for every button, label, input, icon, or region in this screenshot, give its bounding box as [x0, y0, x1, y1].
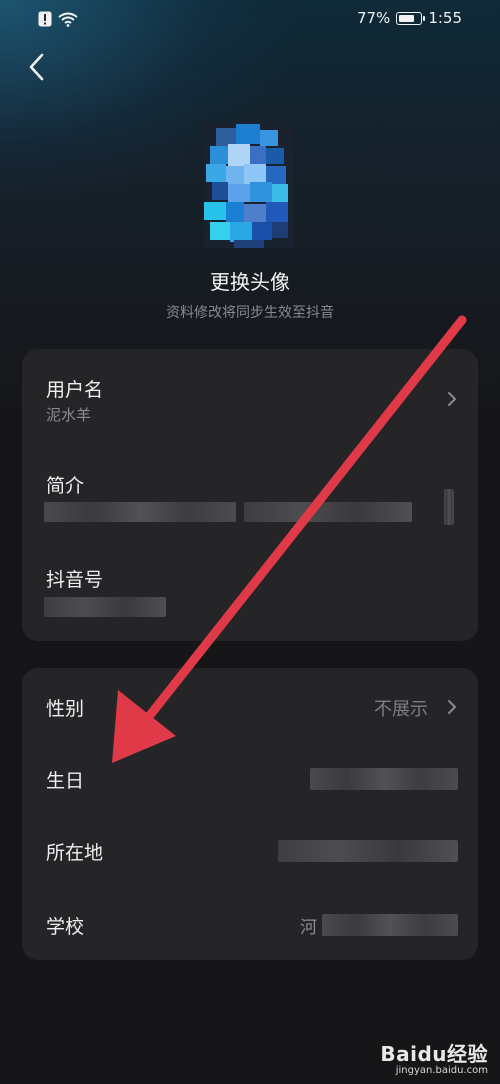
sync-note: 资料修改将同步生效至抖音 — [166, 305, 334, 321]
battery-percent: 77% — [356, 9, 391, 27]
avatar-image — [204, 122, 294, 248]
school-value-blurred — [322, 914, 458, 936]
douyin-id-row[interactable]: 抖音号 — [22, 545, 478, 641]
birthday-row[interactable]: 生日 — [22, 742, 478, 814]
status-bar: 77% 1:55 — [0, 0, 500, 38]
watermark-logo: Baidu经验 — [380, 1042, 488, 1066]
username-value: 泥水羊 — [46, 406, 92, 424]
douyin-id-value-blurred — [44, 597, 166, 617]
gender-value: 不展示 — [374, 699, 428, 720]
username-row[interactable]: 用户名 泥水羊 — [22, 349, 478, 449]
clock: 1:55 — [428, 9, 462, 27]
douyin-id-label: 抖音号 — [46, 569, 104, 591]
gender-row[interactable]: 性别 不展示 — [22, 668, 478, 742]
chevron-left-icon — [29, 53, 44, 81]
bio-row[interactable]: 简介 — [22, 449, 478, 545]
birthday-value-blurred — [310, 768, 458, 790]
school-value-prefix: 河 — [300, 918, 317, 938]
battery-fill — [399, 14, 415, 22]
username-label: 用户名 — [46, 379, 104, 401]
watermark-url: jingyan.baidu.com — [395, 1065, 488, 1076]
chevron-right-icon — [448, 392, 456, 406]
change-avatar-button[interactable]: 更换头像 — [0, 266, 500, 295]
status-icons-right: 77% 1:55 — [357, 9, 462, 27]
watermark: Baidu经验 jingyan.baidu.com — [380, 1038, 488, 1076]
bio-value-blurred — [44, 502, 236, 522]
status-icons-left — [38, 11, 78, 27]
back-button[interactable] — [24, 50, 54, 84]
school-row[interactable]: 学校 河 — [22, 888, 478, 960]
bio-label: 简介 — [46, 475, 85, 497]
school-label: 学校 — [46, 916, 85, 938]
location-label: 所在地 — [46, 842, 104, 864]
location-value-blurred — [278, 840, 458, 862]
gender-label: 性别 — [46, 698, 85, 720]
birthday-label: 生日 — [46, 770, 85, 792]
profile-card: 用户名 泥水羊 简介 抖音号 — [22, 349, 478, 641]
bio-value-blurred-2 — [244, 502, 412, 522]
wifi-icon — [58, 12, 78, 27]
bio-chevron-blurred — [444, 489, 454, 525]
info-card: 性别 不展示 生日 所在地 学校 河 — [22, 668, 478, 960]
avatar[interactable] — [190, 122, 308, 248]
location-row[interactable]: 所在地 — [22, 814, 478, 888]
notification-icon — [38, 11, 52, 27]
battery-icon — [396, 11, 426, 25]
chevron-right-icon — [448, 700, 456, 714]
